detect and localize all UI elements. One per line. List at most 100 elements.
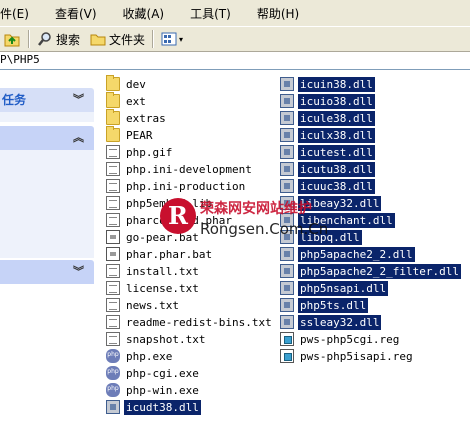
file-item[interactable]: php.ini-development [106, 161, 254, 177]
dll-icon [280, 128, 294, 142]
file-name: pws-php5isapi.reg [300, 349, 413, 363]
file-list: dev ext extras PEAR php.gif php.ini-developme… [0, 70, 470, 437]
php-exe-icon: php [106, 366, 120, 380]
file-name: phar.phar.bat [126, 247, 213, 261]
registry-file-icon [280, 349, 294, 363]
file-name: php5nsapi.dll [298, 280, 389, 296]
file-item[interactable]: pws-php5cgi.reg [280, 331, 401, 347]
file-item[interactable]: php php-cgi.exe [106, 365, 201, 381]
file-name: php.ini-production [126, 179, 246, 193]
file-item[interactable]: icutest.dll [280, 144, 375, 160]
file-name: install.txt [126, 264, 199, 278]
file-name: icuuc38.dll [298, 178, 375, 194]
file-item[interactable]: icuin38.dll [280, 76, 375, 92]
dll-icon [280, 94, 294, 108]
file-item[interactable]: pws-php5isapi.reg [280, 348, 415, 364]
views-icon [161, 32, 177, 46]
search-button[interactable]: 搜索 [34, 28, 83, 50]
file-name: ext [126, 94, 146, 108]
file-item[interactable]: php php.exe [106, 348, 174, 364]
file-name: iculx38.dll [298, 127, 375, 143]
php-exe-icon: php [106, 383, 120, 397]
file-item[interactable]: php5apache2_2.dll [280, 246, 415, 262]
watermark-logo: R [160, 198, 196, 234]
file-item[interactable]: install.txt [106, 263, 201, 279]
file-item[interactable]: icutu38.dll [280, 161, 375, 177]
menu-favorites[interactable]: 收藏(A) [117, 5, 171, 22]
file-item[interactable]: ext [106, 92, 148, 109]
file-name: php-win.exe [126, 383, 199, 397]
file-name: ssleay32.dll [298, 314, 382, 330]
watermark-en-text: Rongsen.Com.Cn [200, 220, 329, 238]
file-name: icutu38.dll [298, 161, 375, 177]
image-file-icon [106, 145, 120, 159]
file-name: php5apache2_2_filter.dll [298, 263, 461, 279]
file-item[interactable]: php5nsapi.dll [280, 280, 389, 296]
menu-file[interactable]: 件(E) [0, 5, 35, 22]
folder-icon [106, 109, 120, 125]
watermark-cn-text: 荣森网安网站维护 [200, 201, 312, 217]
php-exe-icon: php [106, 349, 120, 363]
dll-icon [280, 77, 294, 91]
file-name: icule38.dll [298, 110, 375, 126]
file-item[interactable]: snapshot.txt [106, 331, 207, 347]
file-item[interactable]: icule38.dll [280, 110, 375, 126]
text-file-icon [106, 162, 120, 176]
file-item[interactable]: icuuc38.dll [280, 178, 375, 194]
file-name: php-cgi.exe [126, 366, 199, 380]
up-arrow-icon [4, 34, 20, 47]
menu-help[interactable]: 帮助(H) [251, 5, 305, 22]
text-file-icon [106, 315, 120, 329]
text-file-icon [106, 281, 120, 295]
file-item[interactable]: iculx38.dll [280, 127, 375, 143]
file-name: php5apache2_2.dll [298, 246, 415, 262]
menu-tools[interactable]: 工具(T) [184, 5, 237, 22]
file-name: PEAR [126, 128, 153, 142]
dll-icon [280, 281, 294, 295]
toolbar-separator [152, 30, 155, 48]
file-item[interactable]: php php-win.exe [106, 382, 201, 398]
file-name: extras [126, 111, 166, 125]
file-item[interactable]: phar.phar.bat [106, 246, 214, 262]
dll-icon [280, 111, 294, 125]
file-item[interactable]: dev [106, 75, 148, 92]
folder-icon [106, 75, 120, 91]
file-name: license.txt [126, 281, 199, 295]
text-file-icon [106, 298, 120, 312]
toolbar-separator [28, 30, 30, 48]
dll-icon [280, 179, 294, 193]
dll-icon [280, 247, 294, 261]
text-file-icon [106, 264, 120, 278]
file-item[interactable]: php.gif [106, 144, 174, 160]
file-item[interactable]: icuio38.dll [280, 93, 375, 109]
menu-bar: 件(E) 查看(V) 收藏(A) 工具(T) 帮助(H) [0, 0, 470, 26]
search-label: 搜索 [56, 32, 81, 47]
dll-icon [280, 264, 294, 278]
file-item[interactable]: news.txt [106, 297, 181, 313]
file-icon [106, 196, 120, 210]
file-item[interactable]: extras [106, 109, 168, 126]
file-name: icuin38.dll [298, 76, 375, 92]
file-item[interactable]: ssleay32.dll [280, 314, 382, 330]
file-item[interactable]: PEAR [106, 126, 155, 143]
folders-button[interactable]: 文件夹 [87, 28, 148, 50]
file-name: php.exe [126, 349, 173, 363]
file-item[interactable]: php5apache2_2_filter.dll [280, 263, 461, 279]
file-item[interactable]: readme-redist-bins.txt [106, 314, 274, 330]
address-field[interactable]: P\PHP5 [0, 52, 470, 70]
file-item[interactable]: php5ts.dll [280, 297, 369, 313]
folders-label: 文件夹 [109, 32, 146, 47]
file-icon [106, 213, 120, 227]
file-name: icuio38.dll [298, 93, 375, 109]
views-button[interactable]: ▾ [158, 28, 186, 50]
chevron-down-icon: ▾ [179, 34, 184, 44]
file-item[interactable]: icudt38.dll [106, 399, 201, 415]
file-item[interactable]: php.ini-production [106, 178, 247, 194]
dll-icon [106, 400, 120, 414]
menu-view[interactable]: 查看(V) [49, 5, 103, 22]
dll-icon [280, 162, 294, 176]
file-name: pws-php5cgi.reg [300, 332, 400, 346]
dll-icon [280, 315, 294, 329]
file-item[interactable]: license.txt [106, 280, 201, 296]
up-folder-button[interactable] [0, 28, 24, 50]
